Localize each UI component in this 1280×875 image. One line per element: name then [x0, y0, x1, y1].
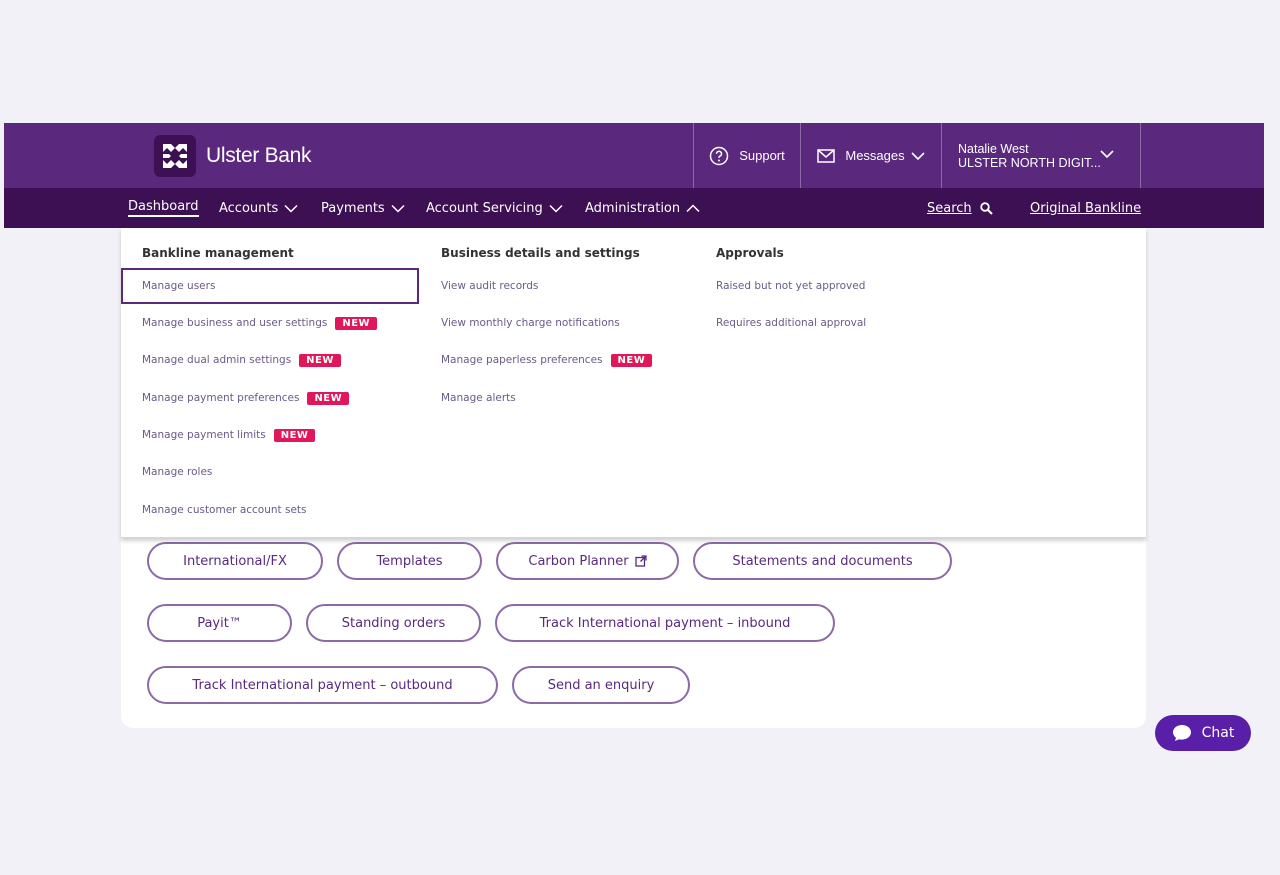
chevron-down-icon	[284, 204, 298, 213]
menu-link-label: Requires additional approval	[716, 317, 867, 329]
brand-name: Ulster Bank	[206, 144, 312, 167]
messages-label: Messages	[845, 148, 905, 163]
chevron-up-icon	[686, 203, 700, 212]
nav-accounts-label: Accounts	[219, 200, 279, 216]
external-link-icon	[634, 555, 647, 567]
search-icon	[979, 201, 993, 215]
chat-bubble-icon	[1172, 725, 1191, 741]
company-name: ULSTER NORTH DIGIT...	[958, 155, 1101, 170]
new-badge: NEW	[335, 316, 378, 330]
menu-link-label: Manage payment limits	[142, 429, 266, 441]
menu-view-monthly-charge-notifications[interactable]: View monthly charge notifications	[441, 313, 620, 333]
approvals-heading: Approvals	[716, 246, 784, 260]
menu-link-label: Manage payment preferences	[142, 392, 300, 404]
help-circle-icon	[709, 146, 729, 165]
menu-requires-additional-approval[interactable]: Requires additional approval	[716, 313, 866, 333]
quick-link-label: Send an enquiry	[547, 677, 655, 693]
menu-link-label: View audit records	[441, 280, 539, 292]
chevron-down-icon	[391, 204, 405, 213]
user-name: Natalie West	[958, 141, 1029, 156]
bankline-management-heading: Bankline management	[142, 246, 294, 260]
support-button[interactable]: Support	[693, 123, 800, 188]
nav-dashboard-label: Dashboard	[128, 199, 199, 217]
administration-dropdown-menu: Bankline management Manage users Manage …	[121, 228, 1146, 538]
quick-link-label: Statements and documents	[732, 553, 913, 569]
new-badge: NEW	[307, 391, 350, 405]
menu-link-label: Manage customer account sets	[142, 504, 307, 516]
menu-link-label: Manage dual admin settings	[142, 354, 292, 366]
business-details-heading: Business details and settings	[441, 246, 640, 260]
new-badge: NEW	[610, 353, 653, 367]
nav-account-servicing[interactable]: Account Servicing	[426, 188, 563, 228]
nav-search-label: Search	[927, 200, 972, 216]
menu-manage-business-user-settings[interactable]: Manage business and user settings NEW	[142, 313, 378, 333]
ulster-bank-logo[interactable]: Ulster Bank	[154, 130, 312, 182]
menu-manage-customer-account-sets[interactable]: Manage customer account sets	[142, 500, 307, 520]
support-label: Support	[739, 148, 785, 163]
ulster-bank-logo-icon	[154, 135, 196, 177]
new-badge: NEW	[273, 428, 316, 442]
chevron-down-icon	[549, 204, 563, 213]
main-navigation: Dashboard Accounts Payments Account Serv…	[4, 188, 1264, 228]
menu-manage-alerts[interactable]: Manage alerts	[441, 388, 516, 408]
menu-link-label: Raised but not yet approved	[716, 280, 866, 292]
menu-view-audit-records[interactable]: View audit records	[441, 276, 538, 296]
nav-payments[interactable]: Payments	[321, 188, 405, 228]
quick-link-label: Track International payment – inbound	[539, 615, 791, 631]
nav-original-bankline-label: Original Bankline	[1030, 200, 1142, 216]
menu-link-label: View monthly charge notifications	[441, 317, 620, 329]
menu-manage-users[interactable]: Manage users	[121, 268, 419, 304]
menu-manage-paperless-preferences[interactable]: Manage paperless preferences NEW	[441, 350, 653, 370]
menu-link-label: Manage roles	[142, 466, 213, 478]
top-header: Ulster Bank Support Messages Natalie Wes…	[4, 123, 1264, 188]
chevron-down-icon	[1100, 150, 1114, 159]
chat-label: Chat	[1201, 725, 1235, 741]
menu-link-label: Manage alerts	[441, 392, 516, 404]
quick-link-carbon-planner[interactable]: Carbon Planner	[496, 542, 679, 580]
quick-link-track-international-outbound[interactable]: Track International payment – outbound	[147, 666, 498, 704]
quick-link-label: International/FX	[183, 553, 287, 569]
quick-link-statements-documents[interactable]: Statements and documents	[693, 542, 952, 580]
nav-administration[interactable]: Administration	[585, 188, 700, 228]
quick-link-label: Templates	[376, 553, 443, 569]
envelope-icon	[817, 148, 836, 163]
nav-payments-label: Payments	[321, 200, 385, 216]
quick-link-label: Standing orders	[341, 615, 446, 631]
nav-accounts[interactable]: Accounts	[219, 188, 298, 228]
user-account-menu[interactable]: Natalie West ULSTER NORTH DIGIT...	[941, 123, 1141, 188]
nav-dashboard[interactable]: Dashboard	[128, 188, 199, 228]
quick-link-send-enquiry[interactable]: Send an enquiry	[512, 666, 690, 704]
chat-button[interactable]: Chat	[1155, 715, 1251, 751]
quick-link-label: Payit™	[197, 615, 242, 631]
quick-link-label: Carbon Planner	[528, 553, 629, 569]
nav-administration-label: Administration	[585, 200, 681, 216]
menu-raised-not-approved[interactable]: Raised but not yet approved	[716, 276, 865, 296]
nav-account-servicing-label: Account Servicing	[426, 200, 543, 216]
menu-manage-dual-admin-settings[interactable]: Manage dual admin settings NEW	[142, 350, 341, 370]
menu-link-label: Manage business and user settings	[142, 317, 328, 329]
quick-link-payit[interactable]: Payit™	[147, 604, 292, 642]
menu-manage-roles[interactable]: Manage roles	[142, 462, 212, 482]
quick-link-international-fx[interactable]: International/FX	[147, 542, 323, 580]
menu-link-label: Manage users	[142, 280, 216, 292]
quick-link-standing-orders[interactable]: Standing orders	[306, 604, 481, 642]
quick-link-templates[interactable]: Templates	[337, 542, 482, 580]
quick-link-label: Track International payment – outbound	[192, 677, 453, 693]
chevron-down-icon	[911, 151, 925, 160]
new-badge: NEW	[299, 353, 341, 367]
menu-link-label: Manage paperless preferences	[441, 354, 603, 366]
nav-original-bankline[interactable]: Original Bankline	[1030, 188, 1141, 228]
menu-manage-payment-limits[interactable]: Manage payment limits NEW	[142, 425, 316, 445]
quick-link-track-international-inbound[interactable]: Track International payment – inbound	[495, 604, 835, 642]
menu-manage-payment-preferences[interactable]: Manage payment preferences NEW	[142, 388, 350, 408]
nav-search[interactable]: Search	[927, 188, 993, 228]
messages-button[interactable]: Messages	[800, 123, 941, 188]
